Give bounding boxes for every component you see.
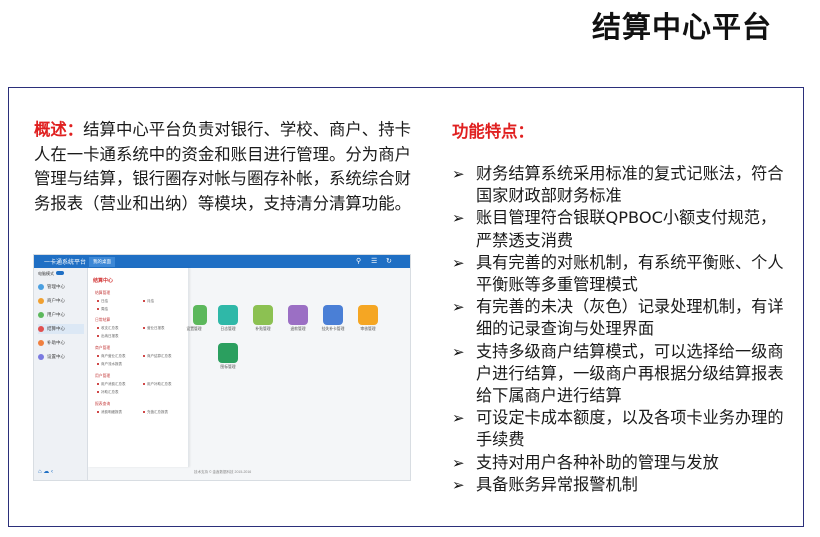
- overview-section: 概述：结算中心平台负责对银行、学校、商户、持卡人在一卡通系统中的资金和账目进行管…: [34, 118, 424, 216]
- tile-label: 挂失补卡管理: [321, 327, 345, 331]
- side-item-settlement: 结算中心: [38, 324, 84, 334]
- panel-title: 结算中心: [93, 278, 114, 284]
- side-item-subsidy: 补助中心: [38, 338, 84, 348]
- slide-title: 结算中心平台: [591, 10, 772, 44]
- panel-link: 用户消费汇总表: [97, 382, 126, 387]
- screenshot-brand: 一卡通系统平台: [44, 260, 87, 266]
- screenshot-sidebar: 电脑模式 管理中心 商户中心 用户中心 结算中心 补助中心 设置中心 ⌂ ☁ ‹: [34, 268, 88, 480]
- bullet-arrow-icon: ➢: [452, 298, 465, 317]
- settlement-menu-panel: 结算中心 结算管理 日结 月结 周结 日常结算 收支汇总表 营业日报表 出纳日报…: [88, 268, 189, 467]
- bullet-arrow-icon: ➢: [452, 409, 465, 428]
- feature-item: ➢ 财务结算系统采用标准的复式记账法，符合国家财政部财务标准: [452, 164, 784, 206]
- user-icon: ⚲: [356, 258, 362, 265]
- icon-management-icon: [218, 343, 238, 363]
- panel-link: 商户营业汇总表: [97, 354, 126, 359]
- panel-link: 周结: [97, 307, 108, 312]
- panel-link: 消费明细报表: [97, 410, 122, 415]
- mode-label: 电脑模式: [38, 271, 54, 276]
- side-item-settings: 设置中心: [38, 352, 84, 362]
- card-loss-icon: [323, 305, 343, 325]
- refresh-icon: ↻: [386, 258, 392, 265]
- bullet-arrow-icon: ➢: [452, 209, 465, 228]
- side-item-merchant: 商户中心: [38, 296, 84, 306]
- tile-label: 图标管理: [220, 365, 236, 369]
- screenshot-copyright: 技术支持 © 金鑫数据科技 2015-2016: [194, 470, 252, 474]
- panel-link: 营业日报表: [143, 326, 165, 331]
- bullet-arrow-icon: ➢: [452, 475, 465, 494]
- screenshot-tab: 我的桌面: [89, 257, 115, 267]
- side-item-user: 用户中心: [38, 310, 84, 320]
- home-icon: ⌂ ☁ ‹: [38, 469, 53, 475]
- menu-icon: ☰: [371, 258, 378, 265]
- bullet-arrow-icon: ➢: [452, 453, 465, 472]
- panel-section: 结算管理: [95, 291, 111, 295]
- log-management-icon: [218, 305, 238, 325]
- system-screenshot: 一卡通系统平台 我的桌面 ⚲ ☰ ↻ 电脑模式 管理中心 商户中心 用户中心 结…: [33, 254, 411, 481]
- overview-paragraph: 概述：结算中心平台负责对银行、学校、商户、持卡人在一卡通系统中的资金和账目进行管…: [34, 118, 424, 216]
- panel-link: 商户流水报表: [97, 362, 122, 367]
- tile-label: 退款管理: [290, 327, 306, 331]
- panel-link: 商户结算汇总表: [143, 354, 172, 359]
- bullet-arrow-icon: ➢: [452, 165, 465, 183]
- feature-item: ➢ 具有完善的对账机制，有系统平衡账、个人平衡账等多重管理模式: [452, 252, 784, 295]
- overview-body: 结算中心平台负责对银行、学校、商户、持卡人在一卡通系统中的资金和账目进行管理。分…: [34, 120, 411, 213]
- panel-link: 日结: [97, 299, 108, 304]
- settings-management-icon: [193, 305, 207, 325]
- panel-link: 收支汇总表: [97, 326, 119, 331]
- screenshot-topbar: 一卡通系统平台 我的桌面 ⚲ ☰ ↻: [34, 255, 410, 268]
- panel-link: 用户补助汇总表: [143, 382, 172, 387]
- panel-section: 日常结算: [95, 318, 111, 322]
- feature-item: ➢ 账目管理符合银联QPBOC小额支付规范，严禁透支消费: [452, 208, 777, 250]
- bullet-arrow-icon: ➢: [452, 342, 465, 361]
- overview-lead: 概述：: [34, 120, 84, 139]
- subsidy-management-icon: [253, 305, 273, 325]
- side-item-admin: 管理中心: [38, 282, 84, 292]
- panel-section: 商户管理: [95, 346, 111, 350]
- panel-section: 报表查询: [95, 402, 111, 406]
- audit-management-icon: [358, 305, 378, 325]
- panel-link: 充值汇总报表: [143, 410, 168, 415]
- feature-item: ➢ 支持多级商户结算模式，可以选择给一级商户进行结算，一级商户再根据分级结算报表给…: [452, 341, 784, 406]
- tile-label: 设置管理: [186, 327, 202, 331]
- features-heading: 功能特点：: [452, 122, 534, 141]
- feature-item: ➢ 有完善的未决（灰色）记录处理机制，有详细的记录查询与处理界面: [452, 297, 784, 339]
- feature-item: ➢ 可设定卡成本额度，以及各项卡业务办理的手续费: [452, 408, 784, 450]
- mode-toggle: [56, 271, 64, 275]
- feature-item: ➢ 支持对用户各种补助的管理与发放: [452, 452, 792, 474]
- panel-link: 月结: [143, 299, 154, 304]
- tile-label: 补贴管理: [255, 327, 271, 331]
- bullet-arrow-icon: ➢: [452, 253, 465, 272]
- panel-section: 用户管理: [95, 374, 111, 378]
- panel-link: 出纳日报表: [97, 334, 119, 339]
- features-section: 功能特点： ➢ 财务结算系统采用标准的复式记账法，符合国家财政部财务标准 ➢ 账目管…: [452, 118, 792, 494]
- features-list: ➢ 财务结算系统采用标准的复式记账法，符合国家财政部财务标准 ➢ 账目管理符合银联Q…: [452, 163, 792, 496]
- panel-link: 补助汇总表: [97, 390, 119, 395]
- tile-label: 日志管理: [220, 327, 236, 331]
- feature-item: ➢ 具备账务异常报警机制: [452, 474, 792, 496]
- tile-label: 审核管理: [360, 327, 376, 331]
- refund-management-icon: [288, 305, 308, 325]
